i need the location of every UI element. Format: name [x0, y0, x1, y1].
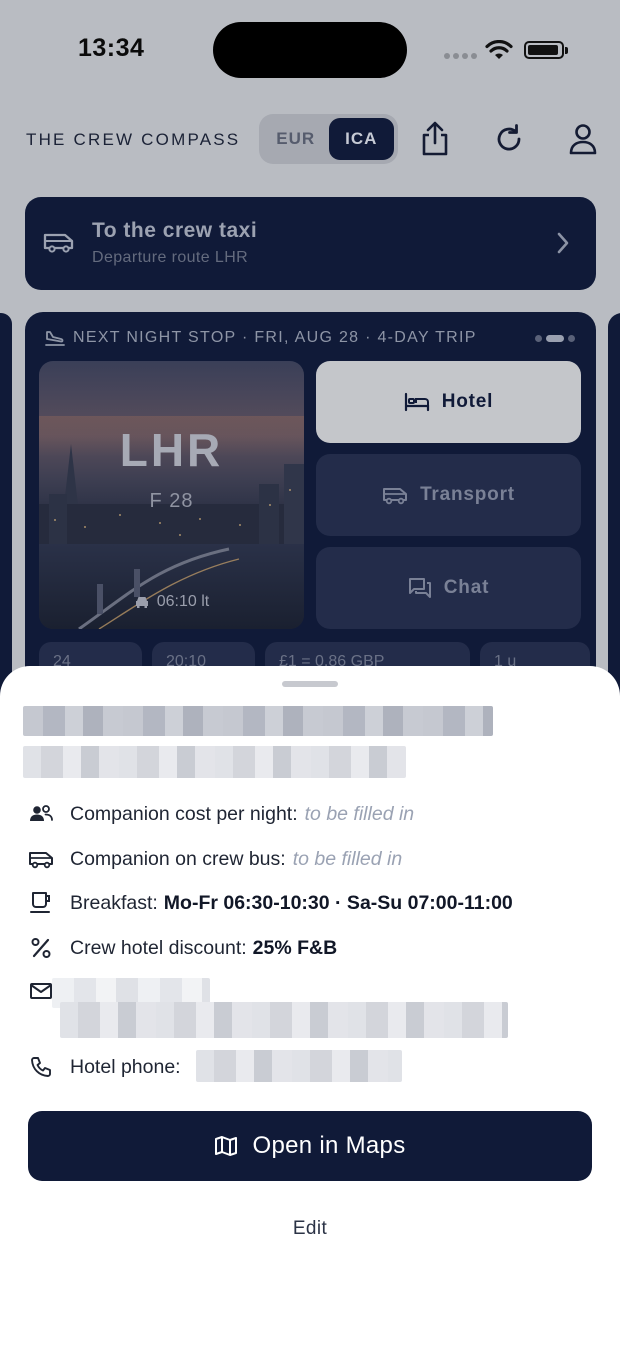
phone-icon [28, 1054, 54, 1080]
card-header: NEXT NIGHT STOP · FRI, AUG 28 · 4-DAY TR… [45, 329, 477, 347]
email-redacted-2[interactable] [60, 1002, 508, 1038]
open-in-maps-button[interactable]: Open in Maps [28, 1111, 592, 1181]
phone-row: Hotel phone: [28, 1054, 181, 1080]
open-in-maps-label: Open in Maps [252, 1132, 406, 1159]
breakfast-value: Mo-Fr 06:30-10:30 · Sa-Su 07:00-11:00 [163, 891, 513, 914]
edit-button[interactable]: Edit [0, 1218, 620, 1240]
plane-landing-icon [45, 331, 65, 346]
destination-code: LHR [119, 424, 224, 476]
destination-gate: F 28 [149, 490, 194, 512]
phone-redacted[interactable] [196, 1050, 402, 1082]
previous-card[interactable] [0, 313, 12, 733]
tab-chat[interactable]: Chat [316, 547, 581, 629]
chevron-right-icon [557, 232, 569, 254]
bed-icon [404, 392, 429, 412]
wifi-icon [485, 40, 513, 59]
battery-icon [524, 41, 568, 59]
hotel-details-sheet: Companion cost per night: to be filled i… [0, 666, 620, 1347]
chat-icon [408, 578, 431, 598]
mail-icon [28, 978, 54, 1004]
tab-hotel[interactable]: Hotel [316, 361, 581, 443]
discount-row: Crew hotel discount: 25% F&B [28, 935, 337, 961]
breakfast-label: Breakfast: [70, 891, 158, 914]
tab-chat-label: Chat [443, 577, 490, 598]
taxi-subtitle: Departure route LHR [92, 249, 249, 266]
status-time: 13:34 [78, 34, 145, 62]
card-header-text: NEXT NIGHT STOP · FRI, AUG 28 · 4-DAY TR… [73, 329, 477, 346]
refresh-icon[interactable] [489, 119, 529, 159]
currency-toggle[interactable]: EUR ICA [259, 114, 398, 164]
tab-transport[interactable]: Transport [316, 454, 581, 536]
hotel-name-redacted [23, 706, 493, 736]
next-card[interactable] [608, 313, 620, 733]
taxi-title: To the crew taxi [92, 219, 258, 242]
discount-value: 25% F&B [252, 936, 338, 959]
companion-bus-label: Companion on crew bus: [70, 847, 286, 870]
profile-icon[interactable] [563, 119, 603, 159]
car-icon [135, 597, 148, 608]
tab-transport-label: Transport [420, 484, 515, 505]
discount-label: Crew hotel discount: [70, 936, 247, 959]
percent-icon [28, 935, 54, 961]
companion-cost-row: Companion cost per night: to be filled i… [28, 801, 414, 827]
crew-taxi-banner[interactable]: To the crew taxi Departure route LHR [25, 197, 596, 290]
pickup-time: 06:10 lt [39, 593, 304, 611]
bus-icon [28, 846, 54, 872]
toggle-option-eur[interactable]: EUR [263, 118, 329, 160]
tab-hotel-label: Hotel [441, 391, 494, 412]
cellular-signal-icon [444, 53, 477, 59]
toggle-option-ica[interactable]: ICA [328, 118, 394, 160]
map-icon [215, 1136, 238, 1156]
pickup-time-text: 06:10 lt [156, 593, 210, 610]
coffee-cup-icon [28, 890, 54, 916]
companion-cost-value: to be filled in [304, 802, 415, 825]
app-brand: THE CREW COMPASS [26, 130, 241, 149]
companion-cost-label: Companion cost per night: [70, 802, 298, 825]
companion-bus-row: Companion on crew bus: to be filled in [28, 846, 402, 872]
bus-icon [383, 488, 408, 505]
dynamic-island [213, 22, 407, 78]
share-icon[interactable] [415, 119, 455, 159]
sheet-grabber[interactable] [282, 681, 338, 687]
destination-photo[interactable]: LHR F 28 06:10 lt [39, 361, 304, 629]
van-icon [43, 233, 74, 253]
hotel-address-redacted [23, 746, 406, 778]
breakfast-row: Breakfast: Mo-Fr 06:30-10:30 · Sa-Su 07:… [28, 890, 513, 916]
app-header: THE CREW COMPASS EUR ICA [0, 112, 620, 168]
card-pager [535, 335, 575, 342]
status-bar: 13:34 [0, 0, 620, 100]
phone-label: Hotel phone: [70, 1055, 181, 1078]
people-icon [28, 801, 54, 827]
companion-bus-value: to be filled in [292, 847, 403, 870]
